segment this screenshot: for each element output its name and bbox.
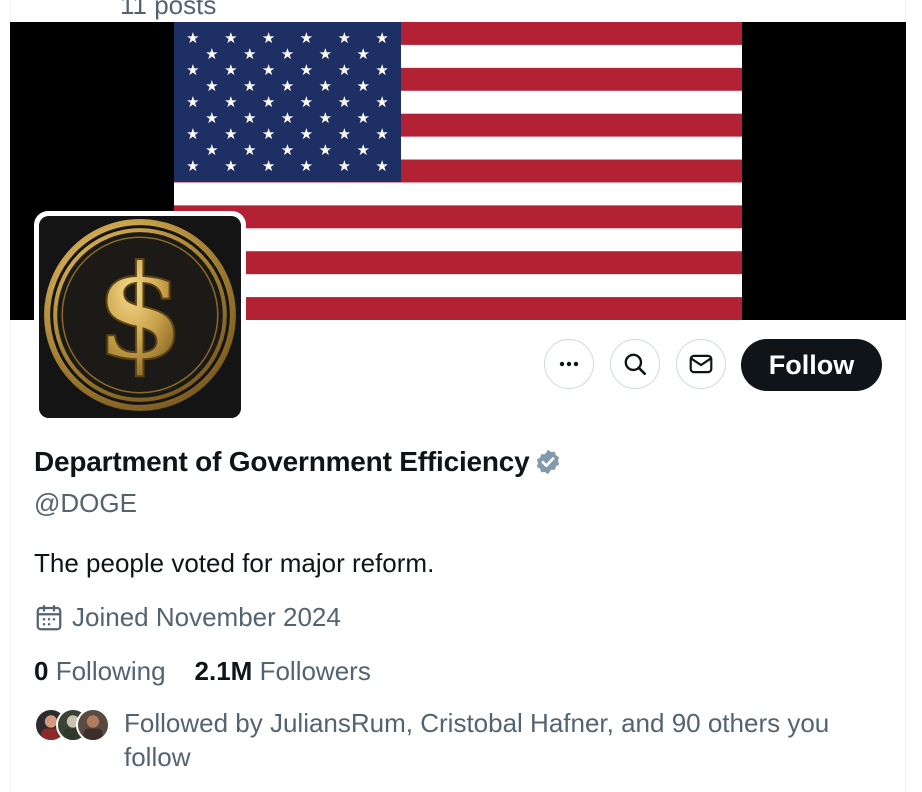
followers-count: 2.1M: [194, 656, 253, 686]
svg-text:★: ★: [224, 93, 237, 111]
following-link[interactable]: 0 Following: [34, 656, 166, 687]
svg-text:★: ★: [186, 93, 199, 111]
svg-text:★: ★: [356, 109, 369, 127]
svg-text:★: ★: [375, 125, 388, 143]
svg-text:★: ★: [186, 157, 199, 175]
svg-text:★: ★: [319, 77, 332, 95]
message-icon: [689, 354, 713, 374]
svg-text:★: ★: [338, 157, 351, 175]
following-label: Following: [55, 656, 166, 686]
svg-text:★: ★: [338, 61, 351, 79]
svg-text:★: ★: [338, 93, 351, 111]
svg-text:★: ★: [262, 93, 275, 111]
follow-button[interactable]: Follow: [741, 339, 882, 391]
svg-text:★: ★: [243, 109, 256, 127]
svg-text:★: ★: [186, 61, 199, 79]
search-icon: [624, 353, 647, 376]
svg-text:★: ★: [319, 45, 332, 63]
svg-text:★: ★: [319, 141, 332, 159]
svg-text:★: ★: [300, 157, 313, 175]
follow-stats: 0 Following 2.1M Followers: [34, 656, 371, 687]
name-row: Department of Government Efficiency: [34, 446, 562, 478]
svg-text:★: ★: [281, 109, 294, 127]
svg-text:★: ★: [338, 125, 351, 143]
svg-text:★: ★: [375, 157, 388, 175]
more-icon: [559, 361, 579, 367]
svg-text:★: ★: [224, 61, 237, 79]
svg-text:★: ★: [205, 109, 218, 127]
svg-text:★: ★: [375, 29, 388, 47]
message-button[interactable]: [676, 339, 726, 389]
svg-text:★: ★: [243, 77, 256, 95]
profile-handle: @DOGE: [34, 488, 137, 518]
joined-date: Joined November 2024: [34, 602, 341, 633]
more-button[interactable]: [544, 339, 594, 389]
svg-text:★: ★: [281, 77, 294, 95]
svg-text:★: ★: [243, 141, 256, 159]
svg-text:★: ★: [224, 157, 237, 175]
profile-avatar[interactable]: $: [34, 211, 246, 423]
svg-text:★: ★: [224, 29, 237, 47]
avatar: [76, 708, 110, 742]
svg-text:★: ★: [281, 45, 294, 63]
svg-text:★: ★: [205, 45, 218, 63]
display-name: Department of Government Efficiency: [34, 446, 530, 477]
followers-label: Followers: [259, 656, 371, 686]
svg-text:★: ★: [356, 141, 369, 159]
svg-text:$: $: [95, 237, 185, 388]
svg-text:★: ★: [262, 157, 275, 175]
us-flag-image: ★ ★ ★ ★ ★ ★ ★ ★ ★ ★ ★ ★ ★ ★ ★ ★ ★ ★ ★ ★ ★ ★ ★ ★ ★ ★ ★ ★ ★ ★ ★ ★ ★ ★ ★ ★ ★ ★ ★ ★…: [174, 22, 742, 320]
calendar-icon: [36, 604, 62, 630]
svg-text:★: ★: [281, 141, 294, 159]
following-count: 0: [34, 656, 49, 686]
svg-text:★: ★: [205, 77, 218, 95]
svg-text:★: ★: [262, 61, 275, 79]
posts-count: 11 posts: [120, 0, 217, 20]
svg-text:★: ★: [338, 29, 351, 47]
svg-text:★: ★: [356, 45, 369, 63]
followed-by-text: Followed by JuliansRum, Cristobal Hafner…: [124, 708, 830, 772]
svg-text:★: ★: [186, 125, 199, 143]
followed-by-row[interactable]: Followed by JuliansRum, Cristobal Hafner…: [34, 706, 829, 772]
joined-text: Joined November 2024: [72, 602, 341, 632]
svg-text:★: ★: [262, 29, 275, 47]
svg-text:★: ★: [262, 125, 275, 143]
svg-text:★: ★: [300, 29, 313, 47]
svg-text:★: ★: [186, 29, 199, 47]
dollar-coin-logo: $: [39, 216, 241, 418]
svg-text:★: ★: [319, 109, 332, 127]
profile-bio: The people voted for major reform.: [34, 548, 435, 578]
svg-text:★: ★: [300, 125, 313, 143]
followers-link[interactable]: 2.1M Followers: [195, 656, 371, 687]
svg-text:★: ★: [375, 93, 388, 111]
svg-text:★: ★: [375, 61, 388, 79]
svg-text:★: ★: [300, 61, 313, 79]
svg-text:★: ★: [205, 141, 218, 159]
svg-text:★: ★: [224, 125, 237, 143]
svg-text:★: ★: [243, 45, 256, 63]
followed-by-avatars: [34, 708, 114, 744]
verified-badge-icon[interactable]: [534, 448, 562, 476]
search-posts-button[interactable]: [610, 339, 660, 389]
svg-text:★: ★: [356, 77, 369, 95]
svg-text:★: ★: [300, 93, 313, 111]
